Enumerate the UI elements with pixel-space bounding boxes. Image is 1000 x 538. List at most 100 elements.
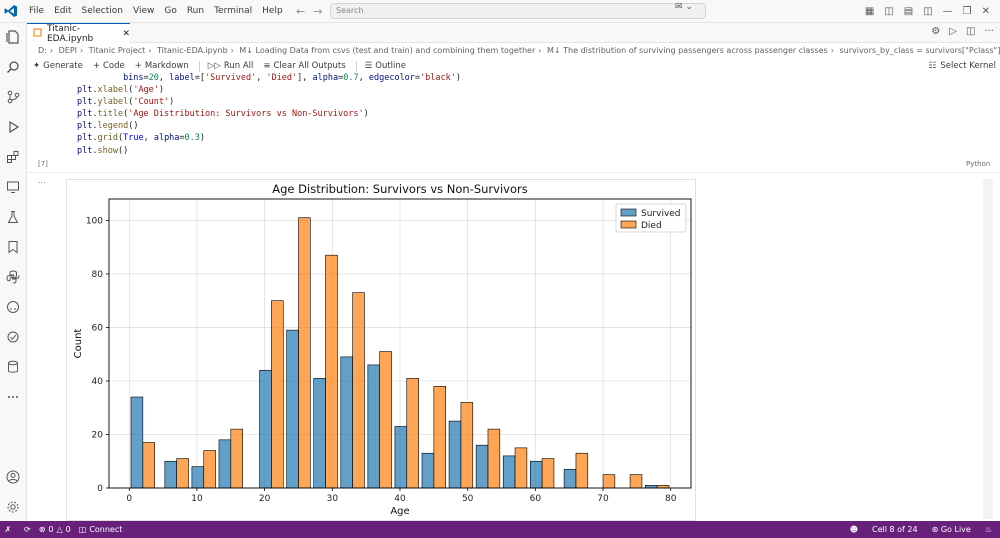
search-input[interactable]: Search (330, 3, 706, 19)
cell-language[interactable]: Python (966, 160, 990, 168)
y-tick-label: 100 (86, 216, 103, 226)
x-tick-label: 50 (462, 494, 474, 504)
menu-run[interactable]: Run (182, 0, 209, 22)
generate-button[interactable]: ✦ Generate (33, 61, 83, 71)
github-icon[interactable] (4, 298, 22, 316)
notifications-icon[interactable]: ♨ (985, 525, 992, 534)
extensions-icon[interactable] (4, 148, 22, 166)
run-icon[interactable]: ▷ (949, 26, 957, 37)
bar-died (176, 458, 189, 489)
bar-died (514, 447, 528, 489)
account-icon[interactable] (4, 468, 22, 486)
testing-icon[interactable] (4, 208, 22, 226)
bar-survived (191, 466, 205, 489)
restore-icon[interactable]: ❐ (963, 6, 972, 17)
database-icon[interactable] (4, 358, 22, 376)
menu-edit[interactable]: Edit (49, 0, 76, 22)
warning-icon: △ (56, 525, 63, 534)
nav-arrows: ← → (296, 0, 322, 22)
close-tab-icon[interactable]: ✕ (122, 29, 130, 39)
menu-selection[interactable]: Selection (77, 0, 128, 22)
cell-divider (27, 172, 1000, 173)
breadcrumb-item[interactable]: Titanic Project (89, 46, 146, 55)
menu-help[interactable]: Help (257, 0, 288, 22)
bar-survived (529, 460, 543, 489)
add-code-button[interactable]: + Code (93, 61, 125, 71)
more-icon[interactable] (4, 388, 22, 406)
run-all-button[interactable]: ▷▷ Run All (208, 61, 254, 71)
settings-icon[interactable]: ⚙ (931, 26, 940, 37)
breadcrumb-item[interactable]: DEPI (59, 46, 77, 55)
bar-survived (164, 460, 177, 489)
add-markdown-button[interactable]: + Markdown (135, 61, 189, 71)
connect-button[interactable]: ◫ Connect (79, 525, 123, 534)
split-editor-icon[interactable]: ◫ (966, 26, 975, 37)
menu-view[interactable]: View (128, 0, 159, 22)
plus-icon: + (134, 61, 142, 71)
remote-explorer-icon[interactable] (4, 178, 22, 196)
go-live-button[interactable]: ⊛ Go Live (932, 525, 971, 534)
toggle-secondary-sidebar-icon[interactable]: ◫ (923, 6, 932, 17)
layout-icon[interactable]: ▦ (865, 6, 874, 17)
bar-survived (448, 420, 462, 489)
bar-died (298, 217, 311, 489)
source-control-icon[interactable] (4, 88, 22, 106)
bar-survived (130, 396, 144, 489)
breadcrumb-item[interactable]: Titanic-EDA.ipynb (157, 46, 228, 55)
outline-button[interactable]: ☰ Outline (365, 61, 406, 71)
cell-position[interactable]: Cell 8 of 24 (872, 525, 918, 534)
menu-file[interactable]: File (24, 0, 49, 22)
x-axis-label: Age (390, 506, 409, 517)
title-bar: File Edit Selection View Go Run Terminal… (0, 0, 1000, 23)
bar-died (230, 428, 243, 489)
select-kernel-button[interactable]: ☷ Select Kernel (929, 58, 996, 74)
breadcrumb-item[interactable]: M↓ Loading Data from csvs (test and trai… (239, 46, 535, 55)
problems-indicator[interactable]: ⊗ 0 △ 0 (39, 525, 71, 534)
output-menu-icon[interactable]: ... (38, 176, 46, 185)
bar-died (541, 458, 555, 489)
clear-outputs-button[interactable]: ≡ Clear All Outputs (263, 61, 345, 71)
bar-survived (259, 369, 272, 489)
database-icon: ◫ (78, 525, 87, 534)
code-editor[interactable]: bins=20, label=['Survived', 'Died'], alp… (77, 72, 461, 157)
x-tick-label: 20 (259, 494, 271, 504)
more-actions-icon[interactable]: ··· (984, 26, 994, 37)
tab-titanic-eda[interactable]: Titanic-EDA.ipynb ✕ (27, 23, 130, 44)
run-debug-icon[interactable] (4, 118, 22, 136)
explorer-icon[interactable] (4, 28, 22, 46)
search-icon[interactable] (4, 58, 22, 76)
settings-gear-icon[interactable] (4, 498, 22, 516)
bar-died (203, 450, 216, 489)
breadcrumb-item[interactable]: M↓ The distribution of surviving passeng… (547, 46, 828, 55)
breadcrumb-item[interactable]: survivors_by_class = survivors["Pclass"]… (839, 46, 1000, 55)
bar-survived (475, 444, 489, 489)
menu-go[interactable]: Go (159, 0, 181, 22)
x-tick-label: 60 (530, 494, 542, 504)
y-axis-label: Count (73, 329, 84, 359)
editor-actions: ⚙ ▷ ◫ ··· (931, 26, 994, 37)
legend-label: Survived (641, 209, 681, 219)
bar-survived (563, 468, 577, 489)
bar-died (352, 292, 365, 489)
forward-arrow-icon[interactable]: → (313, 5, 322, 18)
toggle-panel-icon[interactable]: ▤ (904, 6, 913, 17)
bookmarks-icon[interactable] (4, 238, 22, 256)
breadcrumb-item[interactable]: D: (38, 46, 47, 55)
menu-terminal[interactable]: Terminal (209, 0, 257, 22)
breadcrumb: D: › DEPI › Titanic Project › Titanic-EDA.i… (27, 43, 1000, 58)
copilot-icon[interactable]: ✉ ⌄ (675, 2, 693, 12)
accounts-sync-icon[interactable] (4, 328, 22, 346)
bar-died (379, 351, 392, 489)
remote-indicator-icon[interactable]: ✗ (0, 521, 16, 538)
minimize-icon[interactable]: — (943, 6, 953, 17)
copilot-status-icon[interactable]: ☻ (850, 525, 858, 534)
kernel-icon: ☷ (928, 61, 937, 71)
python-icon[interactable] (4, 268, 22, 286)
bar-died (487, 428, 501, 489)
sync-icon[interactable]: ⟳ (24, 525, 31, 534)
close-window-icon[interactable]: ✕ (982, 6, 990, 17)
code-line: plt.xlabel('Age') (77, 85, 165, 96)
output-scrollbar[interactable] (983, 179, 993, 519)
back-arrow-icon[interactable]: ← (296, 5, 305, 18)
toggle-sidebar-icon[interactable]: ◫ (884, 6, 893, 17)
